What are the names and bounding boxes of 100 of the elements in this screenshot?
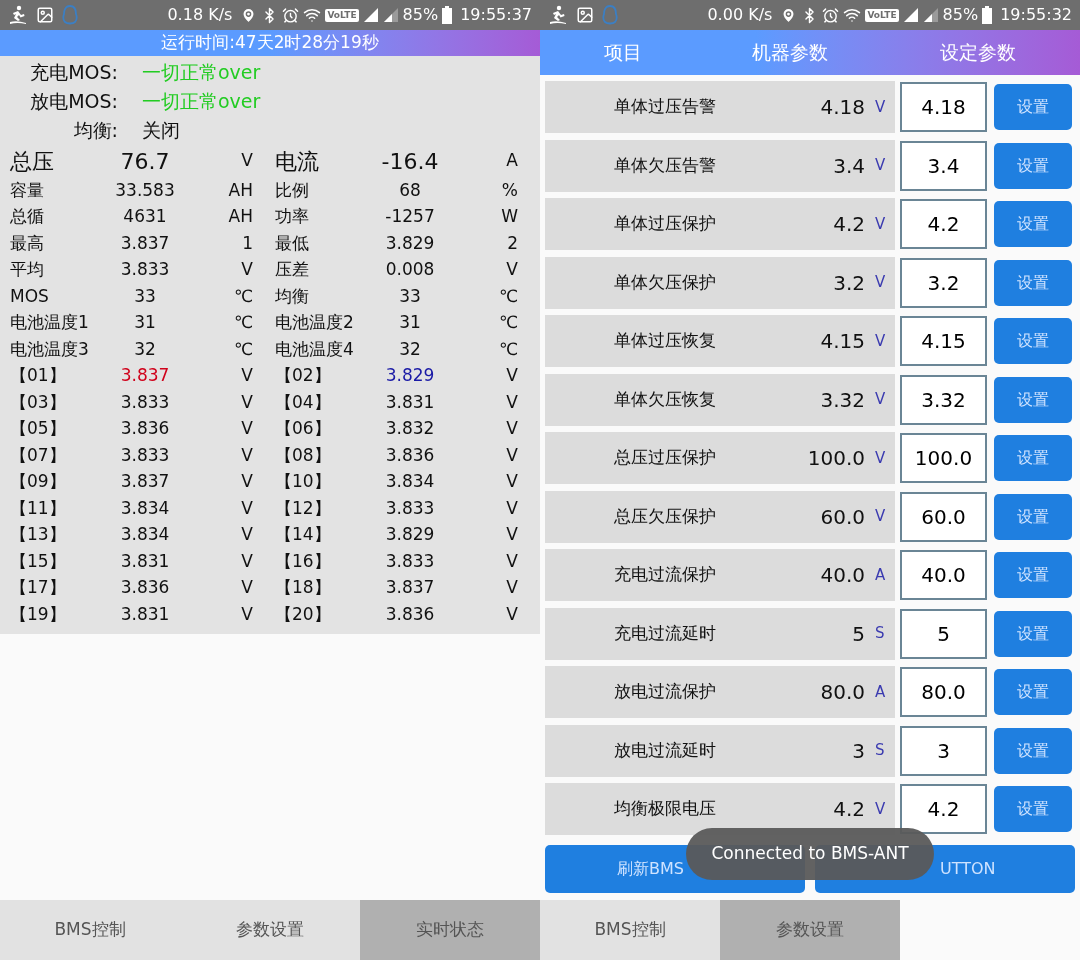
param-name: 单体欠压保护	[613, 270, 717, 294]
param-name: 单体欠压恢复	[613, 387, 717, 411]
signal-icon	[382, 7, 399, 23]
cell-label: 【13】	[10, 523, 67, 546]
cell-voltage: 3.836	[119, 576, 171, 599]
battery-percent: 85%	[402, 4, 439, 26]
metric-unit: W	[500, 205, 518, 228]
cell-unit: V	[240, 602, 253, 626]
set-button[interactable]: 设置	[994, 786, 1072, 832]
set-button[interactable]: 设置	[994, 493, 1072, 540]
cell-label: 【11】	[10, 496, 67, 520]
param-reading: 4.15	[819, 328, 865, 355]
metric-unit: V	[240, 149, 253, 173]
param-input[interactable]: 3.4	[900, 140, 987, 191]
metric-unit: ℃	[497, 284, 518, 308]
cell-label: 【19】	[10, 602, 67, 626]
metric-value: 3.829	[384, 231, 436, 255]
param-unit: V	[875, 96, 886, 118]
cell-label: 【20】	[275, 602, 332, 626]
cell-unit: V	[505, 417, 518, 440]
cell-unit: V	[505, 470, 518, 493]
set-button[interactable]: 设置	[994, 142, 1072, 189]
set-button[interactable]: 设置	[994, 435, 1072, 481]
param-input[interactable]: 4.15	[900, 316, 987, 366]
param-name: 单体过压告警	[613, 95, 717, 119]
cell-label: 【18】	[275, 576, 332, 599]
bottom-tab[interactable]: 实时状态	[360, 900, 540, 960]
set-button[interactable]: 设置	[994, 84, 1072, 130]
set-button[interactable]: 设置	[994, 727, 1072, 774]
set-button[interactable]: 设置	[994, 259, 1072, 306]
cell-unit: V	[240, 443, 253, 467]
param-input[interactable]: 4.18	[900, 82, 987, 132]
param-reading: 100.0	[806, 445, 865, 472]
bottom-tab[interactable]: 参数设置	[180, 900, 360, 960]
cell-voltage: 3.831	[119, 549, 171, 573]
param-input[interactable]: 80.0	[900, 667, 987, 717]
cell-label: 【04】	[275, 390, 332, 414]
metric-label: 比例	[275, 178, 310, 202]
cell-voltage: 3.833	[384, 549, 436, 573]
param-input[interactable]: 4.2	[900, 784, 987, 834]
set-button[interactable]: 设置	[994, 669, 1072, 715]
metric-value: 33	[398, 284, 422, 308]
cell-unit: V	[240, 549, 253, 573]
metric-value: 4631	[122, 205, 168, 228]
cell-unit: V	[505, 443, 518, 467]
param-reading: 3.4	[832, 152, 865, 180]
metric-label: 总压	[10, 147, 55, 176]
set-button[interactable]: 设置	[994, 610, 1072, 657]
param-input[interactable]: 3.2	[900, 257, 987, 308]
param-input[interactable]: 3	[900, 725, 987, 776]
bottom-tab[interactable]: BMS控制	[540, 900, 720, 960]
set-button[interactable]: 设置	[994, 376, 1072, 423]
cell-label: 【02】	[275, 364, 332, 387]
metric-unit: 1	[241, 231, 253, 255]
metric-unit: V	[505, 258, 518, 281]
cell-voltage: 3.832	[384, 417, 436, 440]
alarm-icon	[282, 6, 300, 24]
param-reading: 4.18	[819, 94, 865, 121]
cell-voltage: 3.837	[119, 364, 171, 387]
bottom-tab[interactable]: BMS控制	[0, 900, 180, 960]
param-name: 单体过压恢复	[613, 329, 717, 353]
network-speed: 0.18 K/s	[167, 4, 233, 26]
cell-voltage: 3.834	[119, 496, 171, 520]
param-reading: 5	[851, 620, 865, 648]
set-button[interactable]: 设置	[994, 201, 1072, 247]
cell-unit: V	[505, 576, 518, 599]
param-name: 充电过流保护	[613, 563, 717, 587]
metric-label: 电池温度3	[10, 337, 90, 361]
volte-badge: VoLTE	[865, 8, 899, 22]
cell-unit: V	[240, 417, 253, 440]
metric-label: 均衡	[275, 284, 310, 308]
metric-label: 压差	[275, 258, 310, 281]
cell-label: 【01】	[10, 364, 67, 387]
param-input[interactable]: 40.0	[900, 550, 987, 600]
battery-percent: 85%	[942, 4, 979, 26]
metric-unit: ℃	[497, 311, 518, 334]
battery-icon	[982, 6, 993, 24]
signal-icon	[922, 7, 939, 23]
set-button[interactable]: 设置	[994, 552, 1072, 598]
cell-voltage: 3.837	[119, 470, 171, 493]
wifi-icon	[303, 6, 322, 24]
param-reading: 4.2	[832, 211, 865, 238]
cell-voltage: 3.833	[119, 443, 171, 467]
param-input[interactable]: 4.2	[900, 199, 987, 249]
cell-label: 【07】	[10, 443, 67, 467]
clock-time: 19:55:32	[1000, 4, 1072, 26]
param-unit: V	[875, 389, 886, 411]
battery-icon	[442, 6, 453, 24]
cell-label: 【14】	[275, 523, 332, 546]
cell-voltage: 3.829	[384, 523, 436, 546]
param-input[interactable]: 5	[900, 608, 987, 659]
metric-value: 31	[398, 311, 422, 334]
param-input[interactable]: 100.0	[900, 433, 987, 483]
param-input[interactable]: 3.32	[900, 374, 987, 425]
param-input[interactable]: 60.0	[900, 491, 987, 542]
bottom-tab[interactable]: 参数设置	[720, 900, 900, 960]
metric-label: 电流	[275, 147, 320, 176]
signal-icon	[902, 7, 919, 23]
set-button[interactable]: 设置	[994, 318, 1072, 364]
metric-unit: AH	[227, 178, 253, 202]
